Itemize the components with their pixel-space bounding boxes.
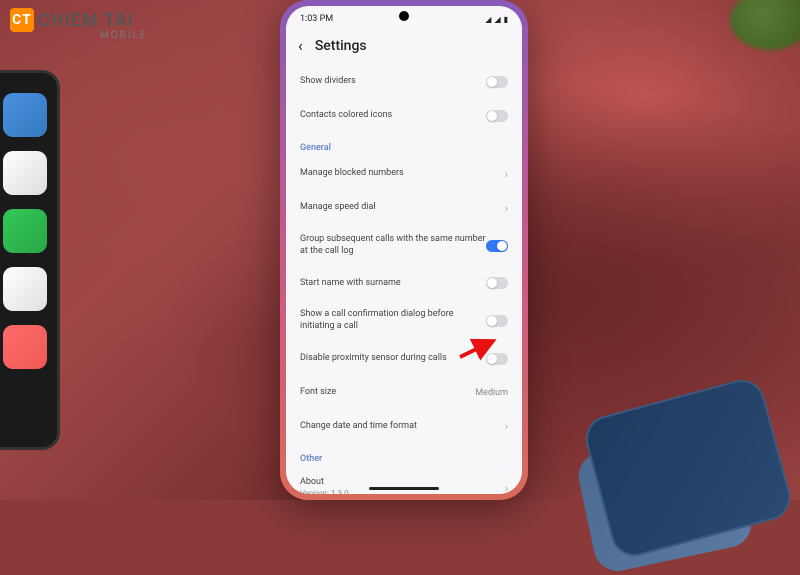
toggle-contacts-colored[interactable] <box>486 110 508 122</box>
section-other: Other <box>300 444 508 468</box>
chevron-icon: › <box>505 168 508 181</box>
chevron-icon: › <box>505 420 508 433</box>
ipad-app-icon <box>3 325 47 369</box>
toggle-group-calls[interactable] <box>486 240 508 252</box>
section-general: General <box>300 133 508 157</box>
row-label: Change date and time format <box>300 421 505 433</box>
row-manage-blocked[interactable]: Manage blocked numbers › <box>300 157 508 191</box>
logo-icon: CT <box>10 8 34 32</box>
brand-name: CHIEM TAI <box>38 10 134 31</box>
wifi-icon: ◢ <box>494 15 500 24</box>
ipad-prop <box>0 70 60 450</box>
row-font-size[interactable]: Font size Medium <box>300 376 508 410</box>
status-time: 1:03 PM <box>300 14 333 24</box>
chevron-icon: › <box>505 202 508 215</box>
page-title: Settings <box>315 38 367 54</box>
row-label: Show a call confirmation dialog before i… <box>300 309 486 332</box>
row-label: Manage blocked numbers <box>300 168 505 180</box>
chevron-icon: › <box>505 482 508 494</box>
row-manage-speed-dial[interactable]: Manage speed dial › <box>300 191 508 225</box>
ipad-app-icon <box>3 209 47 253</box>
row-about[interactable]: About Version: 1.3.0 › <box>300 468 508 494</box>
row-date-format[interactable]: Change date and time format › <box>300 410 508 444</box>
row-show-dividers[interactable]: Show dividers <box>300 65 508 99</box>
version-label: Version: 1.3.0 <box>300 489 505 494</box>
brand-logo: CT CHIEM TAI <box>10 8 134 32</box>
page-header: ‹ Settings <box>286 28 522 65</box>
ipad-app-icon <box>3 267 47 311</box>
phone-screen: 1:03 PM ◢ ◢ ▮ ‹ Settings Show dividers C… <box>286 6 522 494</box>
brand-sub: MOBILE <box>100 30 148 41</box>
toggle-confirm-dialog[interactable] <box>486 315 508 327</box>
row-surname-first[interactable]: Start name with surname <box>300 266 508 300</box>
row-confirm-dialog[interactable]: Show a call confirmation dialog before i… <box>300 300 508 341</box>
punch-hole-camera <box>399 11 409 21</box>
main-phone: 1:03 PM ◢ ◢ ▮ ‹ Settings Show dividers C… <box>280 0 528 500</box>
back-icon[interactable]: ‹ <box>298 36 303 55</box>
battery-icon: ▮ <box>504 15 508 24</box>
row-proximity-sensor[interactable]: Disable proximity sensor during calls <box>300 342 508 376</box>
home-indicator[interactable] <box>369 487 439 490</box>
font-size-value: Medium <box>475 388 508 398</box>
settings-list: Show dividers Contacts colored icons Gen… <box>286 65 522 494</box>
ipad-app-icon <box>3 93 47 137</box>
toggle-show-dividers[interactable] <box>486 76 508 88</box>
row-group-calls[interactable]: Group subsequent calls with the same num… <box>300 225 508 266</box>
row-label: Show dividers <box>300 76 486 88</box>
toggle-proximity-sensor[interactable] <box>486 353 508 365</box>
row-label: Start name with surname <box>300 278 486 290</box>
row-label: Font size <box>300 387 475 399</box>
row-label: Contacts colored icons <box>300 110 486 122</box>
row-label: Group subsequent calls with the same num… <box>300 234 486 257</box>
toggle-surname-first[interactable] <box>486 277 508 289</box>
ipad-app-icon <box>3 151 47 195</box>
signal-icon: ◢ <box>485 15 491 24</box>
row-label: Manage speed dial <box>300 202 505 214</box>
row-contacts-colored[interactable]: Contacts colored icons <box>300 99 508 133</box>
row-label: Disable proximity sensor during calls <box>300 353 486 365</box>
